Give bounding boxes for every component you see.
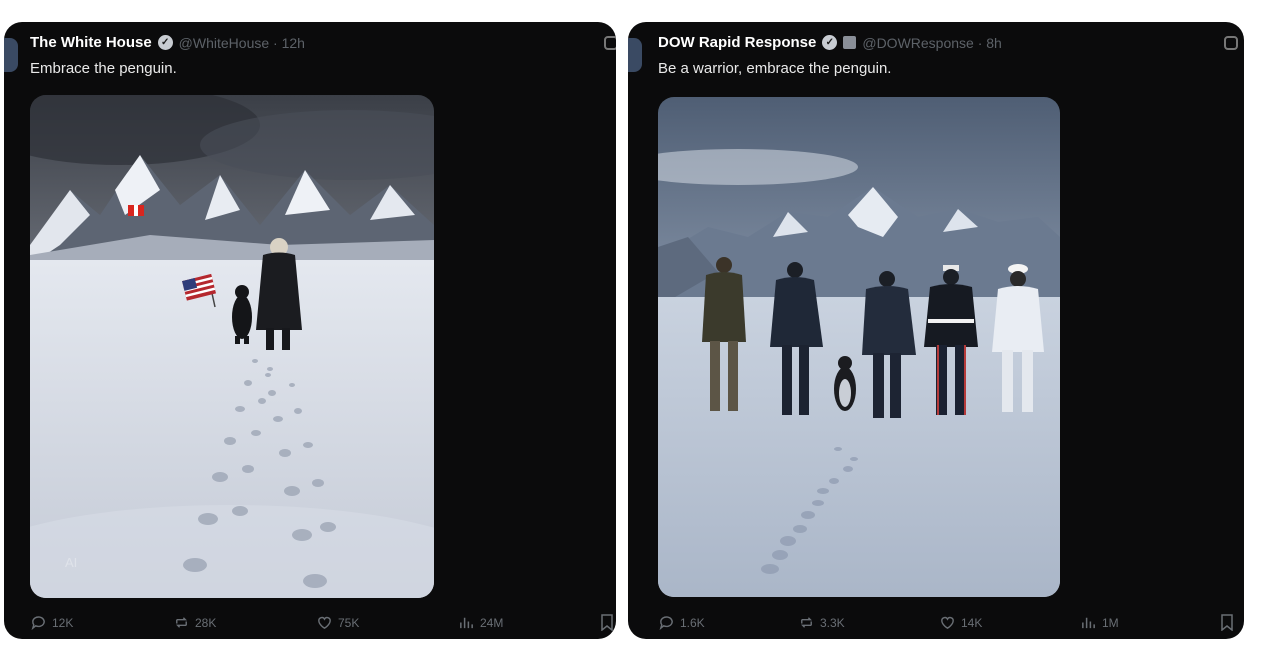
more-icon[interactable]: [1224, 36, 1238, 50]
reply-count: 1.6K: [680, 615, 705, 630]
verified-icon: ✓: [822, 35, 838, 50]
soldiers-penguin-snowfield-image: [658, 97, 1060, 597]
tweet-image[interactable]: AI: [30, 95, 434, 598]
views-count: 1M: [1102, 615, 1119, 630]
more-icon[interactable]: [604, 36, 616, 50]
repost-button[interactable]: 28K: [173, 614, 216, 631]
tweet-actions: 12K 28K 75K 24M: [30, 614, 590, 634]
repost-count: 3.3K: [820, 615, 845, 630]
repost-icon: [801, 617, 812, 628]
tweet-card-white-house[interactable]: The White House ✓ @WhiteHouse · 12h Embr…: [4, 22, 616, 639]
ai-watermark: AI: [65, 555, 78, 570]
views-button[interactable]: 1M: [1080, 614, 1119, 631]
views-icon: [460, 617, 473, 629]
reply-button[interactable]: 12K: [30, 614, 73, 631]
author-handle[interactable]: @WhiteHouse · 12h: [179, 35, 305, 51]
repost-icon: [176, 617, 187, 628]
views-count: 24M: [480, 615, 504, 630]
tweet-image[interactable]: [658, 97, 1060, 597]
like-icon: [318, 616, 331, 629]
like-count: 75K: [338, 615, 360, 630]
like-button[interactable]: 75K: [316, 614, 359, 631]
reply-button[interactable]: 1.6K: [658, 614, 705, 631]
views-icon: [1082, 617, 1095, 629]
author-name[interactable]: DOW Rapid Response: [658, 34, 816, 51]
like-icon: [941, 616, 954, 629]
like-button[interactable]: 14K: [939, 614, 982, 631]
tweet-header: The White House ✓ @WhiteHouse · 12h: [30, 34, 305, 51]
like-count: 14K: [961, 615, 983, 630]
repost-button[interactable]: 3.3K: [798, 614, 845, 631]
tweet-header: DOW Rapid Response ✓ @DOWResponse · 8h: [658, 34, 1002, 51]
bookmark-icon[interactable]: [600, 614, 614, 631]
reply-icon: [31, 616, 45, 631]
tweet-actions: 1.6K 3.3K 14K 1M: [658, 614, 1214, 634]
government-badge-icon: [843, 36, 857, 49]
tweet-text: Be a warrior, embrace the penguin.: [658, 60, 892, 77]
reply-count: 12K: [52, 615, 74, 630]
tweet-card-dow-rapid-response[interactable]: DOW Rapid Response ✓ @DOWResponse · 8h B…: [628, 22, 1244, 639]
bookmark-icon[interactable]: [1220, 614, 1234, 631]
penguin-flag-snowfield-image: [30, 95, 434, 598]
author-name[interactable]: The White House: [30, 34, 152, 51]
views-button[interactable]: 24M: [458, 614, 503, 631]
reply-icon: [659, 616, 673, 631]
repost-count: 28K: [195, 615, 217, 630]
avatar[interactable]: [628, 38, 642, 72]
verified-icon: ✓: [157, 35, 173, 50]
avatar[interactable]: [4, 38, 18, 72]
tweet-text: Embrace the penguin.: [30, 60, 177, 77]
author-handle[interactable]: @DOWResponse · 8h: [862, 35, 1001, 51]
